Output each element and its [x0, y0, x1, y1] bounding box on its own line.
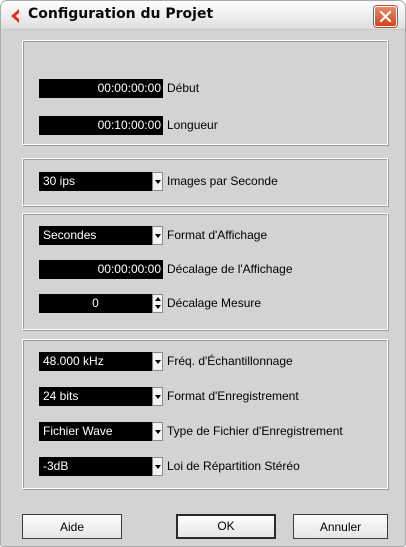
stepper-down-icon[interactable]	[155, 305, 161, 309]
display-offset-field[interactable]: 00:00:00:00	[39, 260, 163, 279]
bar-offset-field[interactable]: 0	[39, 294, 152, 313]
stereo-pan-label: Loi de Répartition Stéréo	[167, 459, 300, 473]
file-type-dropdown-button[interactable]	[152, 422, 163, 441]
frame-rate-select[interactable]: 30 ips	[39, 172, 152, 191]
frame-rate-dropdown-button[interactable]	[152, 172, 163, 191]
start-label: Début	[167, 81, 200, 95]
record-format-dropdown-button[interactable]	[152, 387, 163, 406]
sample-rate-dropdown-button[interactable]	[152, 352, 163, 371]
record-format-label: Format d'Enregistrement	[167, 389, 299, 403]
stereo-pan-select[interactable]: -3dB	[39, 457, 152, 476]
sample-rate-select[interactable]: 48.000 kHz	[39, 352, 152, 371]
sample-rate-label: Fréq. d'Échantillonnage	[167, 354, 293, 368]
start-field[interactable]: 00:00:00:00	[39, 79, 163, 98]
window-title: Configuration du Projet	[28, 6, 214, 22]
bar-offset-stepper[interactable]	[152, 294, 163, 313]
close-button[interactable]	[374, 6, 397, 27]
help-button[interactable]: Aide	[22, 514, 122, 539]
display-format-select[interactable]: Secondes	[39, 226, 152, 245]
display-offset-label: Décalage de l'Affichage	[167, 262, 293, 276]
title-bar[interactable]: Configuration du Projet	[1, 1, 405, 30]
stereo-pan-dropdown-button[interactable]	[152, 457, 163, 476]
length-label: Longueur	[167, 118, 218, 132]
close-icon	[379, 10, 392, 23]
cubase-icon	[11, 9, 19, 23]
ok-button[interactable]: OK	[176, 514, 276, 539]
cancel-button[interactable]: Annuler	[293, 514, 388, 539]
frame-rate-label: Images par Seconde	[167, 174, 278, 188]
bar-offset-label: Décalage Mesure	[167, 296, 262, 310]
file-type-select[interactable]: Fichier Wave	[39, 422, 152, 441]
display-format-dropdown-button[interactable]	[152, 226, 163, 245]
display-format-label: Format d'Affichage	[167, 228, 268, 242]
stepper-up-icon[interactable]	[155, 297, 161, 301]
project-setup-dialog: Configuration du Projet 00:00:00:00 Débu…	[0, 0, 406, 547]
file-type-label: Type de Fichier d'Enregistrement	[167, 424, 343, 438]
length-field[interactable]: 00:10:00:00	[39, 116, 163, 135]
record-format-select[interactable]: 24 bits	[39, 387, 152, 406]
